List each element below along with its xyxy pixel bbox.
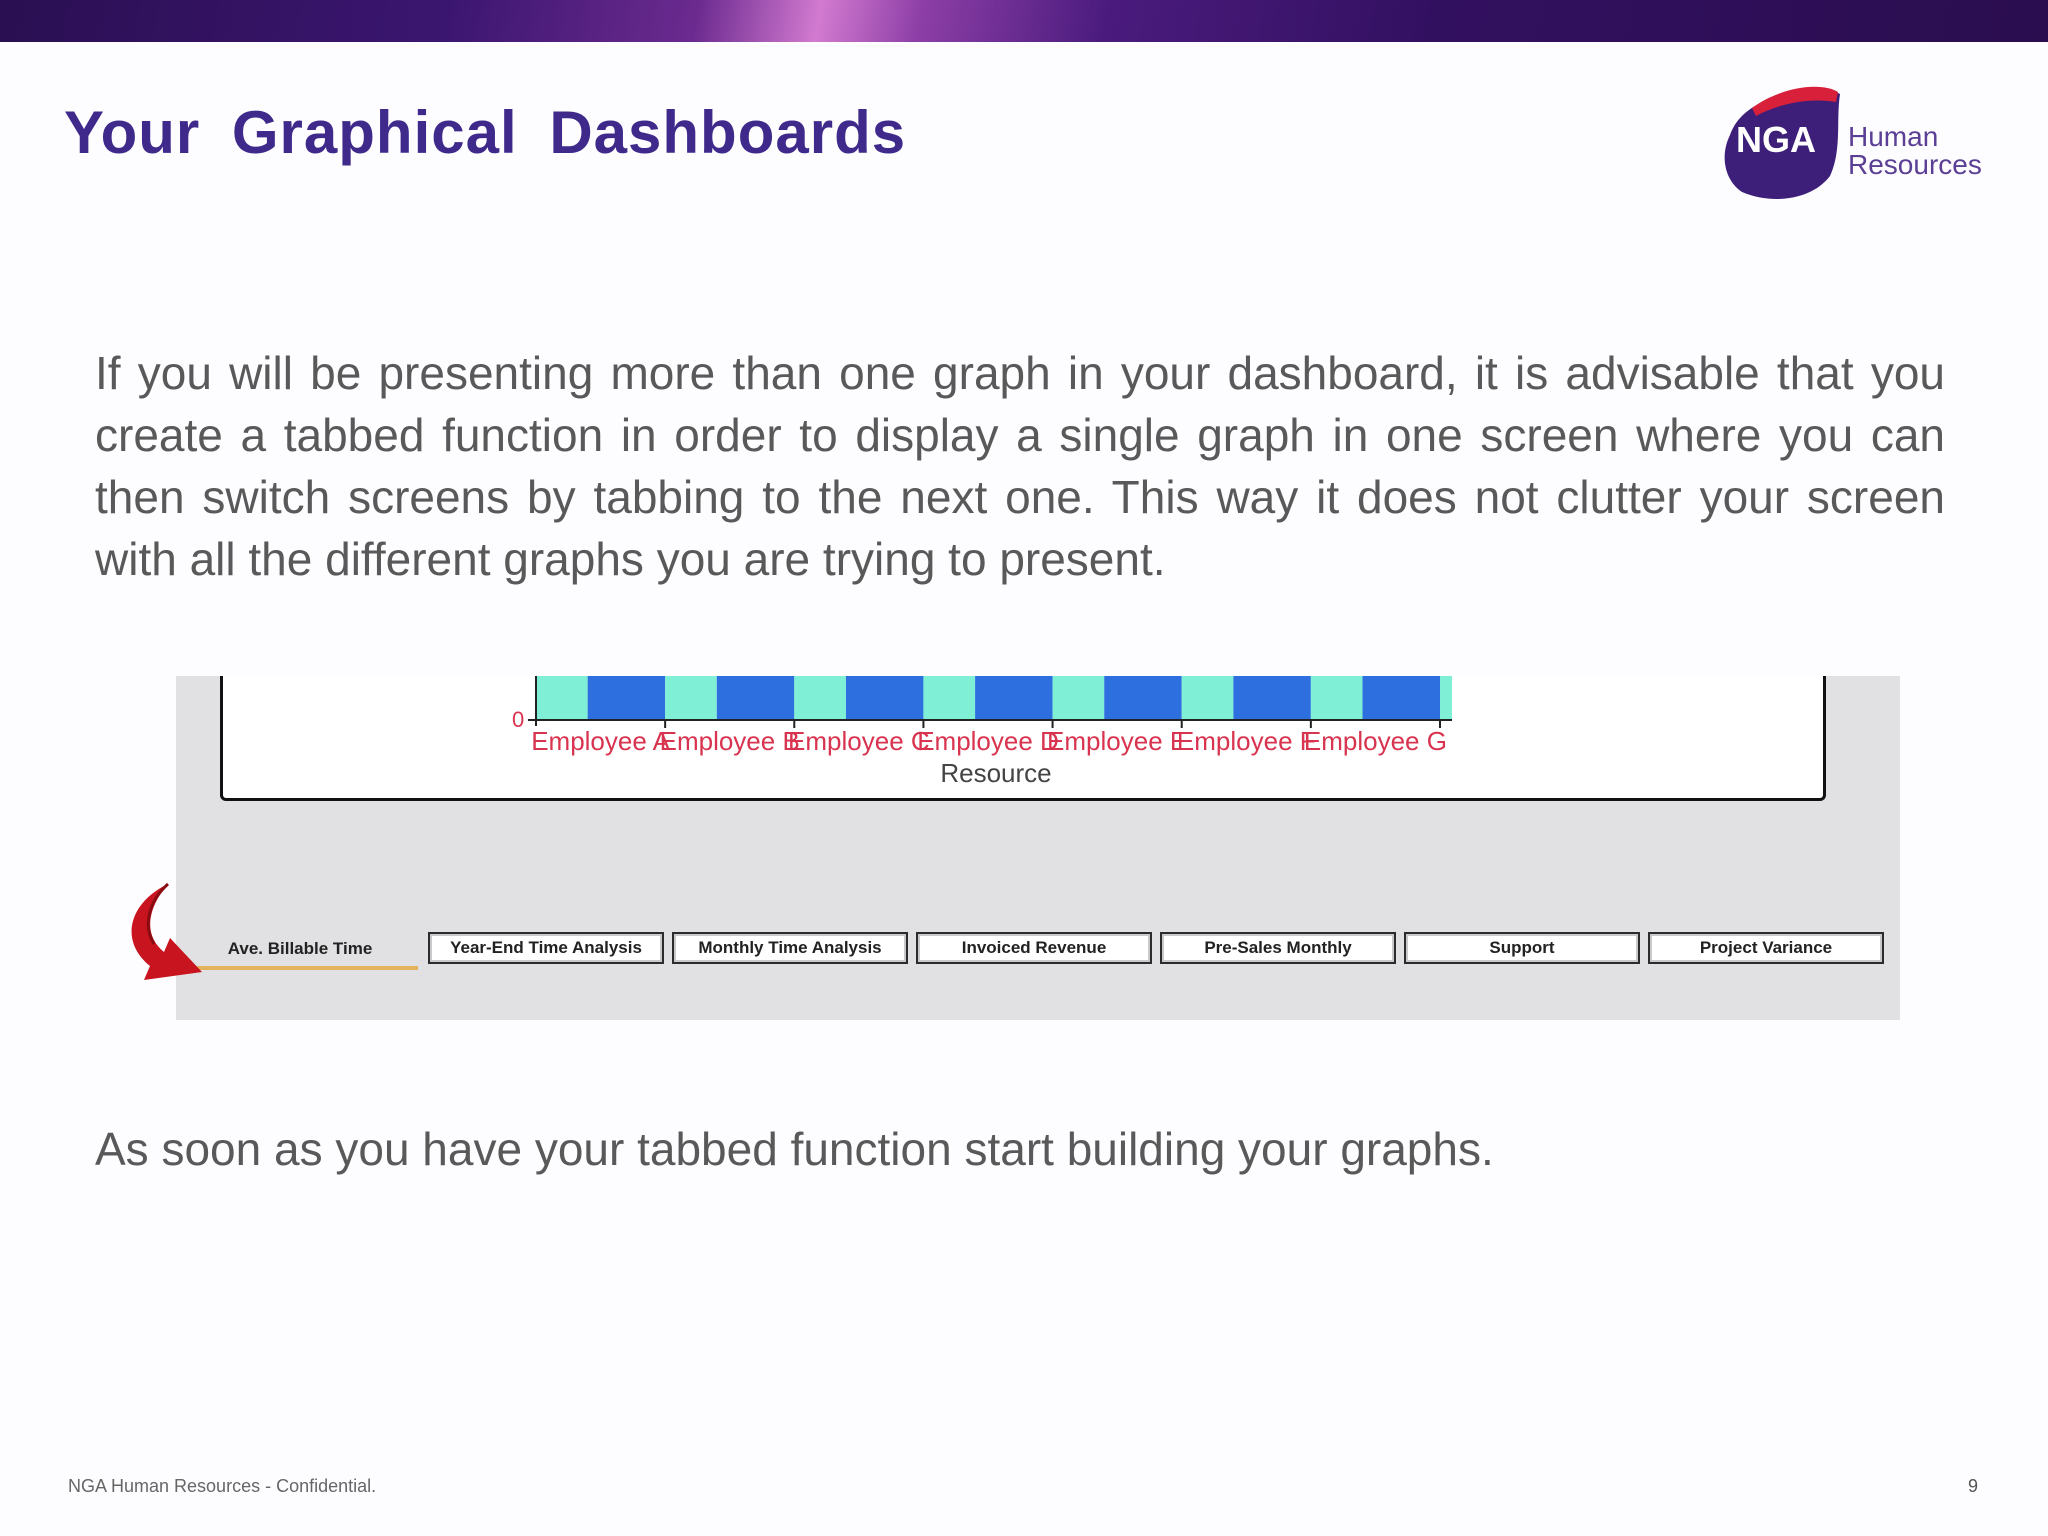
bar-series-2 (845, 676, 924, 720)
bar-series-2 (975, 676, 1053, 720)
tab-pre-sales-monthly[interactable]: Pre-Sales Monthly (1160, 932, 1396, 964)
bar-series-2 (587, 676, 666, 720)
tab-project-variance[interactable]: Project Variance (1648, 932, 1884, 964)
x-tick-label: Employee B (660, 726, 800, 756)
bar-series-1 (665, 676, 717, 720)
bar-series-2 (1233, 676, 1311, 720)
x-tick-label: Employee A (531, 726, 670, 756)
bar-series-2 (1104, 676, 1182, 720)
footer-confidential: NGA Human Resources - Confidential. (68, 1476, 377, 1496)
bar-chart: 0Employee AEmployee BEmployee CEmployee … (512, 676, 1452, 788)
intro-paragraph: If you will be presenting more than one … (95, 347, 1945, 585)
bar-series-1 (536, 676, 588, 720)
curved-arrow-icon (131, 882, 202, 980)
bar-series-1 (1310, 676, 1363, 720)
top-banner (0, 0, 2048, 42)
tab-support[interactable]: Support (1404, 932, 1640, 964)
bar-series-1 (794, 676, 846, 720)
page-number: 9 (1968, 1476, 1979, 1496)
bar-series-1 (1440, 676, 1452, 720)
dashboard-screenshot: 0 Employee A Employee B Employee C Employee … (176, 676, 1900, 1020)
bar-series-1 (923, 676, 976, 720)
y-tick-label: 0 (512, 707, 524, 732)
x-tick-label: Employee E (1047, 726, 1187, 756)
slide-title: Your Graphical Dashboards (64, 99, 907, 166)
bar-series-1 (1052, 676, 1105, 720)
tab-year-end-time-analysis[interactable]: Year-End Time Analysis (428, 932, 664, 964)
logo-line1: Human (1848, 121, 1938, 152)
closing-paragraph: As soon as you have your tabbed function… (95, 1123, 1494, 1175)
x-tick-label: Employee G (1304, 726, 1447, 756)
logo-mark-text: NGA (1736, 119, 1816, 160)
tab-bar: Ave. Billable Time Year-End Time Analysis… (176, 932, 1900, 982)
x-tick-label: Employee D (917, 726, 1059, 756)
x-axis-label: Resource (940, 758, 1051, 788)
tab-monthly-time-analysis[interactable]: Monthly Time Analysis (672, 932, 908, 964)
tab-invoiced-revenue[interactable]: Invoiced Revenue (916, 932, 1152, 964)
nga-logo: NGA Human Resources (1724, 86, 1982, 199)
bar-series-2 (716, 676, 795, 720)
x-tick-label: Employee F (1177, 726, 1316, 756)
bar-series-2 (1362, 676, 1440, 720)
bar-series-1 (1181, 676, 1234, 720)
x-tick-label: Employee C (788, 726, 930, 756)
logo-line2: Resources (1848, 149, 1982, 180)
